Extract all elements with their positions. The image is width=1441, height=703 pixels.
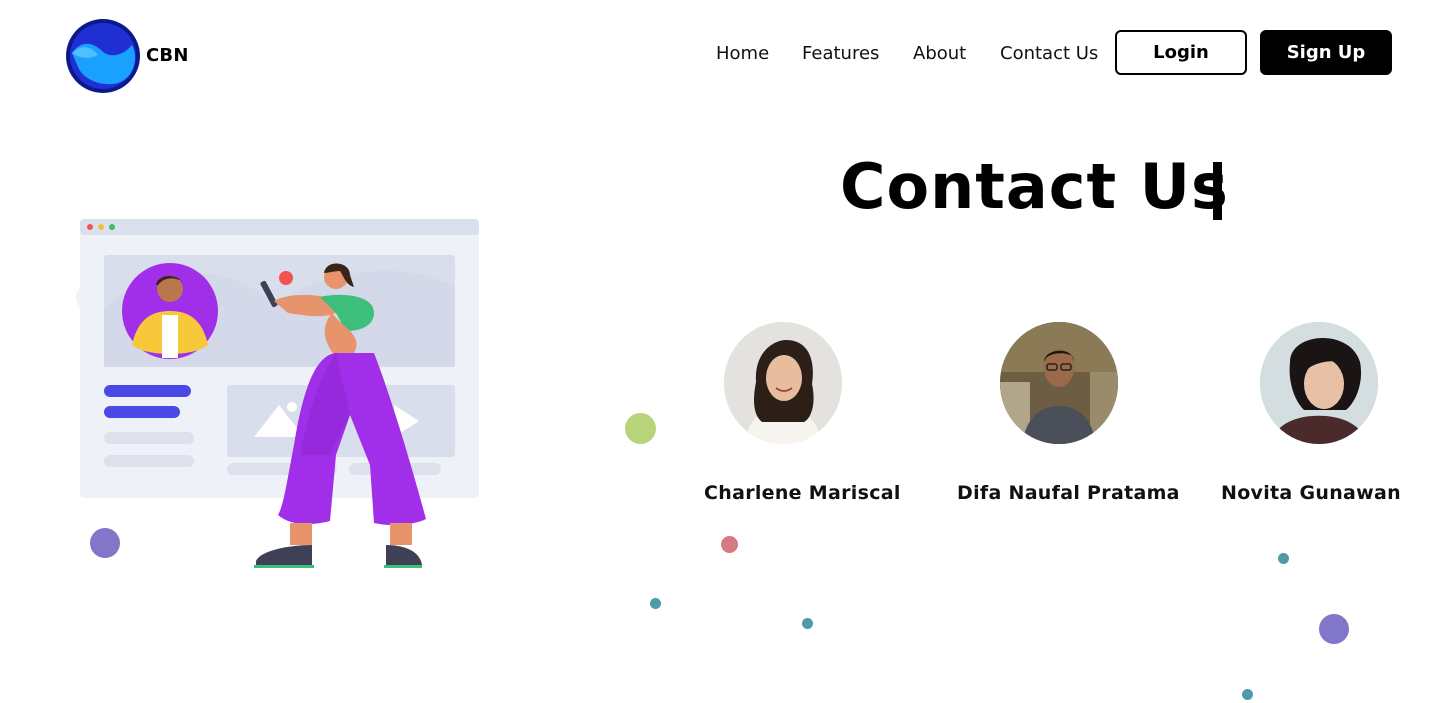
decor-dot [721, 536, 738, 553]
brand-name[interactable]: CBN [146, 45, 189, 66]
decor-dot [1278, 553, 1289, 564]
typing-cursor [1213, 162, 1222, 220]
member-name: Difa Naufal Pratama [957, 482, 1180, 504]
member-name: Novita Gunawan [1221, 482, 1401, 504]
avatar-novita [1260, 322, 1378, 444]
decor-dot [625, 413, 656, 444]
hero-illustration [74, 215, 484, 575]
avatar-difa [1000, 322, 1118, 444]
decor-dot [650, 598, 661, 609]
page-title: Contact Us [840, 150, 1229, 223]
decor-dot [802, 618, 813, 629]
nav-about[interactable]: About [913, 43, 966, 64]
decor-dot [90, 528, 120, 558]
wave-logo-icon [66, 19, 140, 93]
logo[interactable] [66, 19, 140, 93]
nav-features[interactable]: Features [802, 43, 879, 64]
decor-dot [1242, 689, 1253, 700]
signup-button[interactable]: Sign Up [1260, 30, 1392, 75]
decor-dot [1319, 614, 1349, 644]
nav-contact-us[interactable]: Contact Us [1000, 43, 1098, 64]
login-button[interactable]: Login [1115, 30, 1247, 75]
avatar-charlene [724, 322, 842, 444]
member-name: Charlene Mariscal [704, 482, 901, 504]
nav-home[interactable]: Home [716, 43, 769, 64]
